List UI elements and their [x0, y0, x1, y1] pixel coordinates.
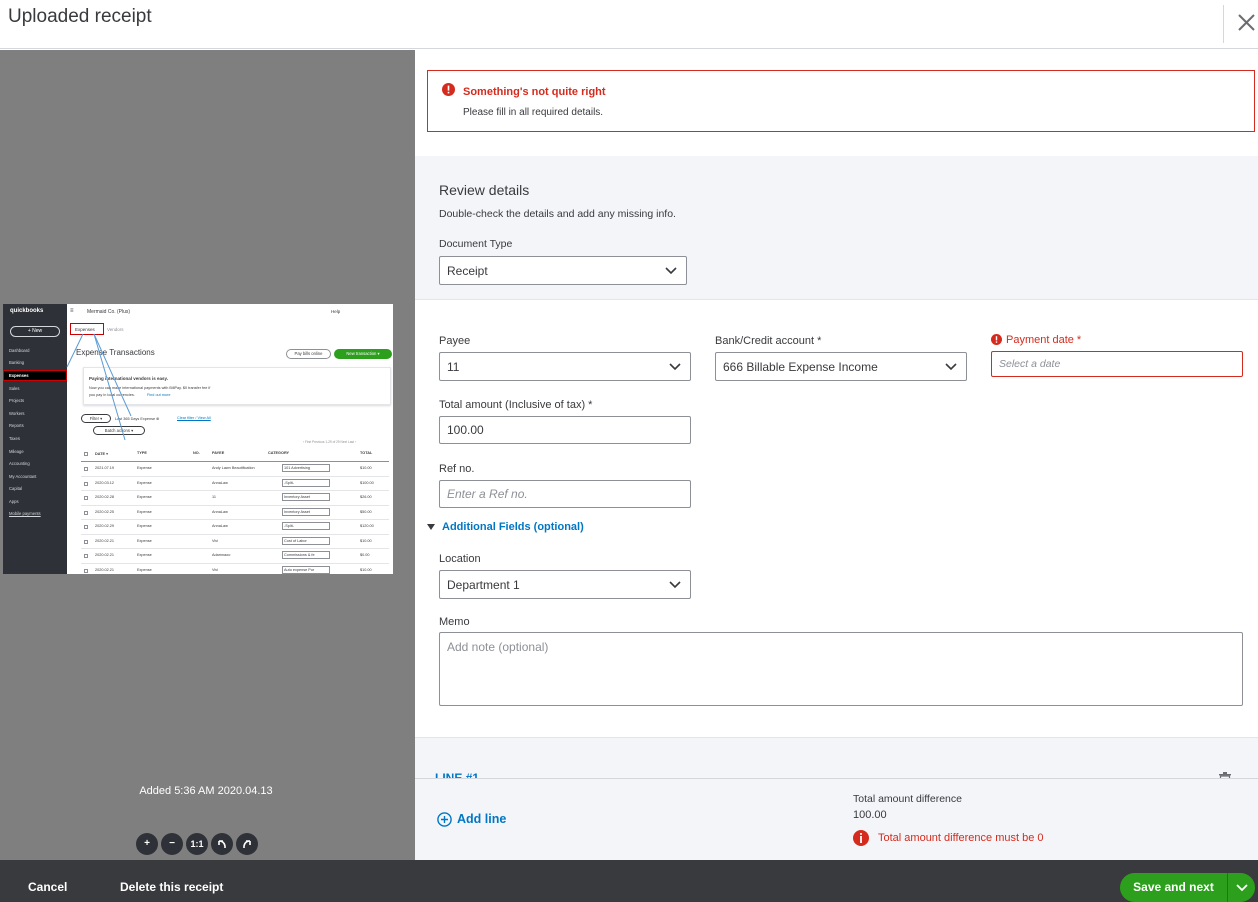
- total-amount-label: Total amount (Inclusive of tax) *: [439, 399, 593, 411]
- delete-receipt-button[interactable]: Delete this receipt: [120, 880, 223, 894]
- bank-account-value: 666 Billable Expense Income: [723, 360, 878, 374]
- location-select[interactable]: Department 1: [439, 570, 691, 599]
- caret-down-icon: [427, 524, 435, 530]
- location-label: Location: [439, 553, 481, 565]
- ref-no-input[interactable]: [439, 480, 691, 508]
- actual-size-label: 1:1: [190, 839, 204, 849]
- additional-fields-label: Additional Fields (optional): [442, 521, 584, 533]
- payee-select[interactable]: 11: [439, 352, 691, 381]
- alert-title: Something's not quite right: [463, 86, 606, 98]
- document-type-select[interactable]: Receipt: [439, 256, 687, 285]
- zoom-reset-button[interactable]: 1:1: [186, 833, 208, 855]
- rotate-left-button[interactable]: [211, 833, 233, 855]
- location-value: Department 1: [447, 578, 520, 592]
- total-difference-label: Total amount difference: [853, 793, 962, 805]
- alert-message: Please fill in all required details.: [463, 107, 604, 118]
- total-difference-value: 100.00: [853, 809, 887, 821]
- close-icon: [1238, 14, 1255, 31]
- total-difference-error: Total amount difference must be 0: [878, 832, 1044, 844]
- bank-account-select[interactable]: 666 Billable Expense Income: [715, 352, 967, 381]
- cancel-button[interactable]: Cancel: [28, 880, 67, 894]
- zoom-out-button[interactable]: −: [161, 833, 183, 855]
- document-type-label: Document Type: [439, 238, 513, 250]
- memo-textarea[interactable]: [439, 632, 1243, 706]
- uploaded-receipt-dialog: Uploaded receipt quickbooks + New Dashbo…: [0, 0, 1258, 902]
- action-bar: Cancel Delete this receipt Save and next: [0, 860, 1258, 902]
- add-line-label: Add line: [457, 812, 507, 826]
- review-details-section: Review details Double-check the details …: [415, 156, 1258, 300]
- chevron-down-icon: [1236, 884, 1248, 892]
- dialog-title: Uploaded receipt: [8, 6, 152, 27]
- line-section: LINE #1: [415, 737, 1258, 785]
- error-alert: Something's not quite right Please fill …: [427, 70, 1255, 132]
- payee-label: Payee: [439, 335, 471, 347]
- receipt-preview-pane: quickbooks + New Dashboard Banking Expen…: [0, 50, 415, 860]
- save-and-next-button[interactable]: Save and next: [1120, 873, 1227, 902]
- amount-summary: Add line Total amount difference 100.00 …: [415, 778, 1258, 860]
- chevron-down-icon: [665, 267, 677, 275]
- payment-date-label: Payment date *: [1006, 334, 1082, 346]
- rotate-right-icon: [243, 840, 251, 848]
- payment-date-input[interactable]: [991, 351, 1243, 377]
- header-divider: [1223, 5, 1224, 43]
- payee-value: 11: [447, 360, 460, 374]
- save-options-dropdown[interactable]: [1227, 873, 1255, 902]
- rotate-left-icon: [218, 840, 226, 848]
- bank-account-label: Bank/Credit account *: [715, 335, 822, 347]
- plus-icon: +: [144, 838, 150, 849]
- total-amount-input[interactable]: [439, 416, 691, 444]
- review-title: Review details: [439, 182, 530, 198]
- error-icon: [991, 334, 1002, 345]
- thumb-annotation-arrows: [66, 333, 132, 441]
- minus-icon: −: [169, 838, 175, 849]
- plus-circle-icon: [437, 812, 452, 827]
- zoom-controls: + − 1:1: [136, 833, 260, 855]
- receipt-thumbnail[interactable]: quickbooks + New Dashboard Banking Expen…: [3, 304, 393, 574]
- error-icon: [442, 83, 455, 96]
- review-panel: Something's not quite right Please fill …: [415, 50, 1258, 860]
- chevron-down-icon: [945, 363, 957, 371]
- info-error-icon: [853, 830, 869, 846]
- review-subtitle: Double-check the details and add any mis…: [439, 208, 676, 220]
- chevron-down-icon: [669, 363, 681, 371]
- chevron-down-icon: [669, 581, 681, 589]
- document-type-value: Receipt: [447, 264, 488, 278]
- dialog-header: Uploaded receipt: [0, 0, 1258, 49]
- zoom-in-button[interactable]: +: [136, 833, 158, 855]
- added-timestamp: Added 5:36 AM 2020.04.13: [139, 785, 273, 797]
- rotate-right-button[interactable]: [236, 833, 258, 855]
- memo-label: Memo: [439, 616, 470, 628]
- ref-no-label: Ref no.: [439, 463, 475, 475]
- close-button[interactable]: [1234, 9, 1258, 37]
